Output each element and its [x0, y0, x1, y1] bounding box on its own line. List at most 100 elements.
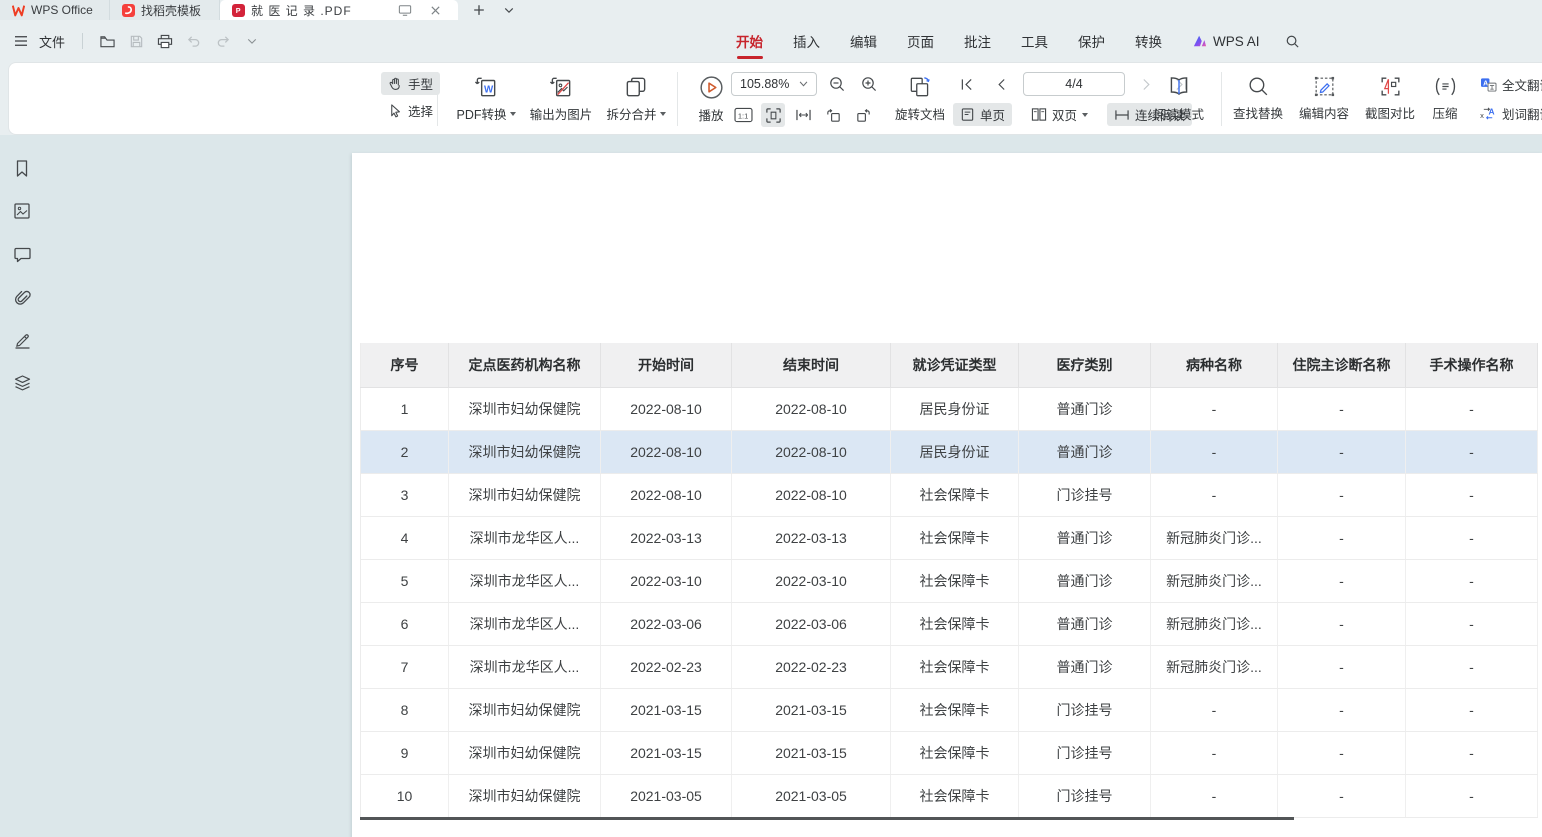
redo-icon[interactable] [212, 30, 234, 52]
table-cell: 2022-08-10 [601, 387, 732, 430]
screenshot-compare-button[interactable]: 截图对比 [1359, 74, 1421, 122]
first-page-button[interactable] [955, 72, 979, 96]
file-menu[interactable]: 文件 [39, 32, 65, 51]
find-replace-button[interactable]: 查找替换 [1227, 74, 1289, 122]
fit-page-button[interactable] [761, 103, 785, 127]
find-replace-icon [1246, 74, 1271, 99]
menu-item-批注[interactable]: 批注 [964, 20, 991, 62]
export-image-button[interactable]: 输出为图片 [523, 74, 599, 123]
table-cell: 3 [361, 473, 449, 516]
docer-icon [122, 4, 135, 17]
previous-page-button[interactable] [989, 72, 1013, 96]
full-translate-icon: A [1480, 77, 1497, 92]
menu-item-编辑[interactable]: 编辑 [850, 20, 877, 62]
monitor-icon[interactable] [394, 0, 416, 21]
svg-text:A: A [1483, 80, 1488, 87]
menu-item-wps-ai[interactable]: WPS AI [1192, 34, 1260, 49]
table-cell: 社会保障卡 [891, 645, 1019, 688]
table-cell: - [1406, 602, 1538, 645]
edit-content-button[interactable]: 编辑内容 [1293, 74, 1355, 122]
fit-width-button[interactable] [791, 103, 815, 127]
menu-item-工具[interactable]: 工具 [1021, 20, 1048, 62]
table-cell: 2022-03-06 [732, 602, 891, 645]
attachment-icon[interactable] [11, 286, 33, 308]
print-icon[interactable] [154, 30, 176, 52]
document-title: 就 医 记 录 .PDF [251, 2, 352, 19]
table-cell: - [1278, 387, 1406, 430]
table-cell: - [1151, 688, 1278, 731]
table-cell: - [1278, 645, 1406, 688]
rotate-left-button[interactable] [821, 103, 845, 127]
select-tool-button[interactable]: 选择 [381, 99, 440, 122]
save-icon[interactable] [125, 30, 147, 52]
main-menu-icon[interactable] [10, 30, 32, 52]
rotate-right-button[interactable] [851, 103, 875, 127]
table-cell: 深圳市妇幼保健院 [449, 774, 601, 817]
edit-content-icon [1312, 74, 1337, 99]
signature-icon[interactable] [11, 329, 33, 351]
table-cell: 9 [361, 731, 449, 774]
side-rail [0, 135, 44, 837]
play-button[interactable]: 播放 [687, 74, 735, 124]
zoom-level-select[interactable]: 105.88% [731, 72, 817, 96]
chevron-down-icon [660, 112, 666, 116]
thumbnail-icon[interactable] [11, 200, 33, 222]
page-number-input[interactable]: 4/4 [1023, 72, 1125, 96]
zoom-in-button[interactable] [857, 72, 881, 96]
double-page-button[interactable]: 双页 [1024, 103, 1095, 126]
split-merge-button[interactable]: 拆分合并 [601, 74, 671, 123]
menu-item-转换[interactable]: 转换 [1135, 20, 1162, 62]
menu-item-开始[interactable]: 开始 [736, 20, 763, 62]
export-image-icon [548, 74, 574, 100]
undo-icon[interactable] [183, 30, 205, 52]
rotate-document-button[interactable]: 旋转文档 [889, 74, 951, 123]
actual-size-button[interactable]: 1:1 [731, 103, 755, 127]
menu-item-插入[interactable]: 插入 [793, 20, 820, 62]
table-cell: 深圳市龙华区人... [449, 602, 601, 645]
read-mode-button[interactable]: 阅读模式 [1149, 74, 1209, 123]
table-cell: 2022-08-10 [732, 387, 891, 430]
menu-item-页面[interactable]: 页面 [907, 20, 934, 62]
table-header-cell: 住院主诊断名称 [1278, 343, 1406, 387]
menu-list: 开始插入编辑页面批注工具保护转换 [736, 20, 1162, 62]
zoom-out-button[interactable] [825, 72, 849, 96]
full-translate-button[interactable]: A 全文翻译 [1473, 73, 1542, 96]
play-icon [698, 74, 725, 101]
tab-docer-template[interactable]: 找稻壳模板 [110, 0, 220, 20]
table-cell: - [1278, 602, 1406, 645]
table-cell: 新冠肺炎门诊... [1151, 559, 1278, 602]
tab-list-chevron-icon[interactable] [498, 0, 520, 21]
close-tab-icon[interactable] [424, 0, 446, 21]
tab-document-active[interactable]: P 就 医 记 录 .PDF [220, 0, 458, 20]
more-actions-chevron-icon[interactable] [241, 30, 263, 52]
layers-icon[interactable] [11, 372, 33, 394]
new-tab-icon[interactable] [468, 0, 490, 21]
bookmark-icon[interactable] [11, 157, 33, 179]
chevron-down-icon [799, 81, 808, 87]
table-cell: 2022-08-10 [732, 430, 891, 473]
menu-item-保护[interactable]: 保护 [1078, 20, 1105, 62]
table-cell: - [1278, 731, 1406, 774]
table-row: 4深圳市龙华区人...2022-03-132022-03-13社会保障卡普通门诊… [361, 516, 1538, 559]
hand-tool-button[interactable]: 手型 [381, 72, 440, 95]
table-cell: 2021-03-05 [732, 774, 891, 817]
table-cell: 居民身份证 [891, 430, 1019, 473]
compress-button[interactable]: 压缩 [1423, 74, 1467, 122]
cursor-arrow-icon [388, 103, 403, 118]
tab-wps-office[interactable]: WPS Office [0, 0, 110, 20]
table-header-row: 序号定点医药机构名称开始时间结束时间就诊凭证类型医疗类别病种名称住院主诊断名称手… [361, 343, 1538, 387]
table-cell: - [1406, 516, 1538, 559]
table-cell: - [1406, 559, 1538, 602]
comment-icon[interactable] [11, 243, 33, 265]
split-merge-icon [623, 74, 649, 100]
word-translate-button[interactable]: xA 划词翻译 [1473, 102, 1542, 125]
table-cell: 深圳市妇幼保健院 [449, 731, 601, 774]
open-folder-icon[interactable] [96, 30, 118, 52]
table-cell: 2022-08-10 [601, 430, 732, 473]
table-cell: 2022-02-23 [732, 645, 891, 688]
pdf-convert-button[interactable]: W PDF转换 [453, 74, 519, 123]
search-icon[interactable] [1282, 30, 1304, 52]
table-cell: 2 [361, 430, 449, 473]
table-cell: 深圳市龙华区人... [449, 516, 601, 559]
single-page-button[interactable]: 单页 [953, 103, 1012, 126]
